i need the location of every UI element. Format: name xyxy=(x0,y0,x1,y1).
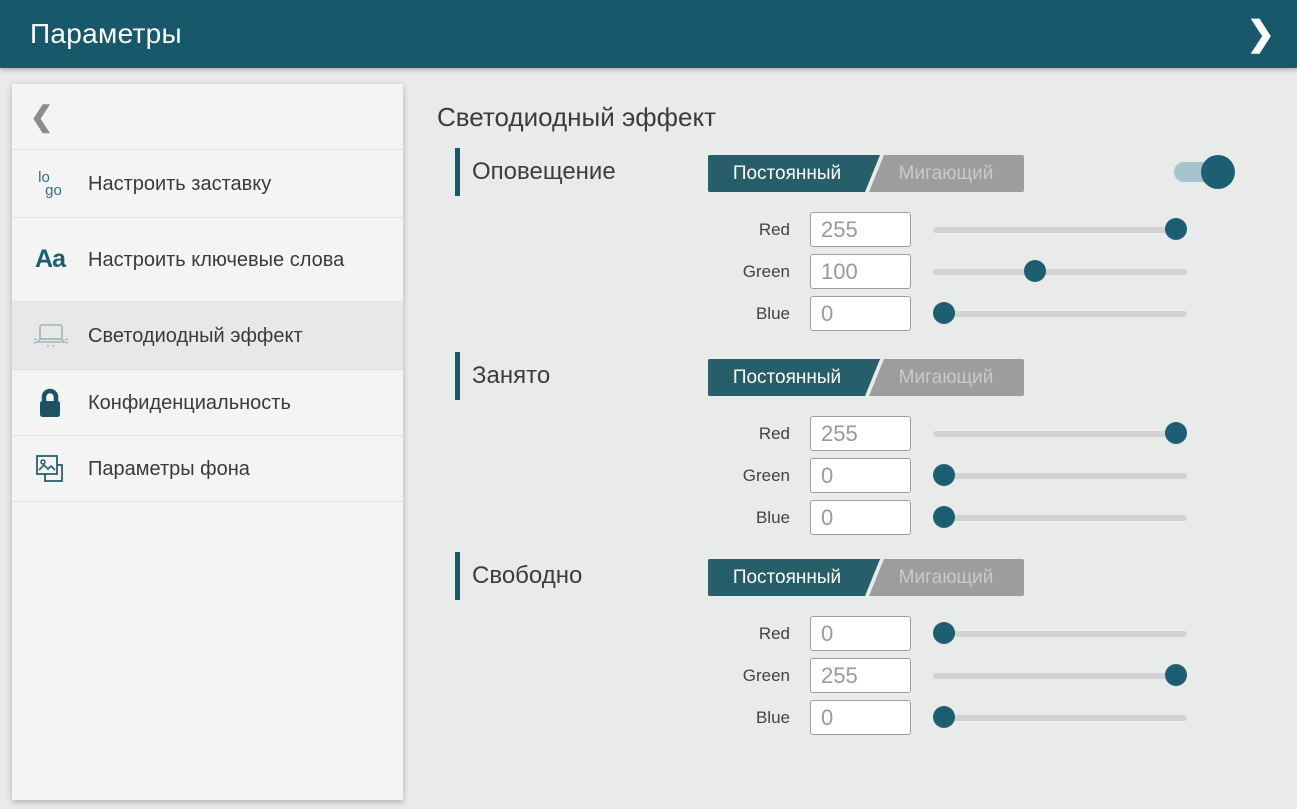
slider-track[interactable] xyxy=(933,631,1187,637)
slider-thumb[interactable] xyxy=(1165,218,1187,240)
logo-icon: logo xyxy=(38,171,62,197)
blue-channel-row: Blue xyxy=(437,296,1217,331)
settings-sidebar: ❮ logo Настроить заставку Aa Настроить к… xyxy=(12,84,403,800)
settings-screen: Параметры ❯ ❮ logo Настроить заставку Aa… xyxy=(0,0,1297,809)
section-title: Свободно xyxy=(472,552,582,600)
sidebar-item-label: Конфиденциальность xyxy=(88,390,403,416)
sidebar-item-label: Светодиодный эффект xyxy=(88,323,403,349)
slider-track[interactable] xyxy=(933,673,1187,679)
blue-slider[interactable] xyxy=(933,500,1187,535)
slider-track[interactable] xyxy=(933,227,1187,233)
slider-track[interactable] xyxy=(933,311,1187,317)
section-free: Свободно Мигающий Постоянный Red Green xyxy=(437,552,1217,600)
mode-segmented-control: Мигающий Постоянный xyxy=(708,359,1024,396)
slider-track[interactable] xyxy=(933,431,1187,437)
slider-track[interactable] xyxy=(933,269,1187,275)
section-busy: Занято Мигающий Постоянный Red Green xyxy=(437,352,1217,400)
section-accent-bar xyxy=(455,352,460,400)
led-effect-panel: Светодиодный эффект Оповещение Мигающий … xyxy=(437,68,1237,809)
section-accent-bar xyxy=(455,148,460,196)
sidebar-item-background[interactable]: Параметры фона xyxy=(12,436,403,502)
app-header: Параметры ❯ xyxy=(0,0,1297,68)
blue-slider[interactable] xyxy=(933,296,1187,331)
red-channel-row: Red xyxy=(437,616,1217,651)
blue-label: Blue xyxy=(437,700,790,735)
blue-label: Blue xyxy=(437,500,790,535)
green-slider[interactable] xyxy=(933,254,1187,289)
mode-segmented-control: Мигающий Постоянный xyxy=(708,155,1024,192)
green-channel-row: Green xyxy=(437,254,1217,289)
sidebar-item-label: Настроить ключевые слова xyxy=(88,247,403,273)
red-value-input[interactable] xyxy=(810,416,911,451)
sidebar-item-label: Параметры фона xyxy=(88,456,403,482)
blue-label: Blue xyxy=(437,296,790,331)
slider-thumb[interactable] xyxy=(933,706,955,728)
sidebar-item-label: Настроить заставку xyxy=(88,171,403,197)
slider-thumb[interactable] xyxy=(1024,260,1046,282)
red-value-input[interactable] xyxy=(810,212,911,247)
green-slider[interactable] xyxy=(933,658,1187,693)
section-alert: Оповещение Мигающий Постоянный Red xyxy=(437,148,1217,196)
blue-value-input[interactable] xyxy=(810,500,911,535)
green-label: Green xyxy=(437,254,790,289)
green-label: Green xyxy=(437,458,790,493)
blue-slider[interactable] xyxy=(933,700,1187,735)
mode-constant-segment[interactable]: Постоянный xyxy=(708,155,880,192)
green-slider[interactable] xyxy=(933,458,1187,493)
sidebar-back-row[interactable]: ❮ xyxy=(12,84,403,150)
blue-value-input[interactable] xyxy=(810,296,911,331)
green-channel-row: Green xyxy=(437,458,1217,493)
red-value-input[interactable] xyxy=(810,616,911,651)
back-chevron-icon[interactable]: ❮ xyxy=(30,100,53,133)
slider-track[interactable] xyxy=(933,515,1187,521)
red-slider[interactable] xyxy=(933,212,1187,247)
slider-thumb[interactable] xyxy=(933,302,955,324)
alert-enabled-toggle[interactable] xyxy=(1174,155,1226,189)
red-slider[interactable] xyxy=(933,416,1187,451)
blue-channel-row: Blue xyxy=(437,500,1217,535)
toggle-thumb[interactable] xyxy=(1201,155,1235,189)
green-value-input[interactable] xyxy=(810,254,911,289)
green-value-input[interactable] xyxy=(810,458,911,493)
mode-constant-segment[interactable]: Постоянный xyxy=(708,559,880,596)
background-images-icon xyxy=(33,452,67,486)
green-label: Green xyxy=(437,658,790,693)
red-label: Red xyxy=(437,416,790,451)
red-slider[interactable] xyxy=(933,616,1187,651)
slider-thumb[interactable] xyxy=(933,622,955,644)
red-label: Red xyxy=(437,616,790,651)
blue-value-input[interactable] xyxy=(810,700,911,735)
panel-title: Светодиодный эффект xyxy=(437,102,716,133)
sidebar-item-privacy[interactable]: Конфиденциальность xyxy=(12,370,403,436)
red-label: Red xyxy=(437,212,790,247)
slider-thumb[interactable] xyxy=(1165,664,1187,686)
slider-thumb[interactable] xyxy=(933,506,955,528)
sidebar-item-splash-screen[interactable]: logo Настроить заставку xyxy=(12,150,403,218)
section-title: Оповещение xyxy=(472,148,616,196)
red-channel-row: Red xyxy=(437,212,1217,247)
mode-segmented-control: Мигающий Постоянный xyxy=(708,559,1024,596)
led-screen-icon xyxy=(32,321,68,351)
slider-thumb[interactable] xyxy=(1165,422,1187,444)
lock-icon xyxy=(34,386,66,420)
slider-thumb[interactable] xyxy=(933,464,955,486)
section-title: Занято xyxy=(472,352,550,400)
green-channel-row: Green xyxy=(437,658,1217,693)
sidebar-item-led-effect[interactable]: Светодиодный эффект xyxy=(12,302,403,370)
page-title: Параметры xyxy=(30,18,182,50)
slider-track[interactable] xyxy=(933,473,1187,479)
slider-track[interactable] xyxy=(933,715,1187,721)
blue-channel-row: Blue xyxy=(437,700,1217,735)
mode-constant-segment[interactable]: Постоянный xyxy=(708,359,880,396)
forward-chevron-icon[interactable]: ❯ xyxy=(1239,0,1284,68)
sidebar-item-keywords[interactable]: Aa Настроить ключевые слова xyxy=(12,218,403,302)
section-accent-bar xyxy=(455,552,460,600)
green-value-input[interactable] xyxy=(810,658,911,693)
keywords-aa-icon: Aa xyxy=(35,245,65,274)
red-channel-row: Red xyxy=(437,416,1217,451)
